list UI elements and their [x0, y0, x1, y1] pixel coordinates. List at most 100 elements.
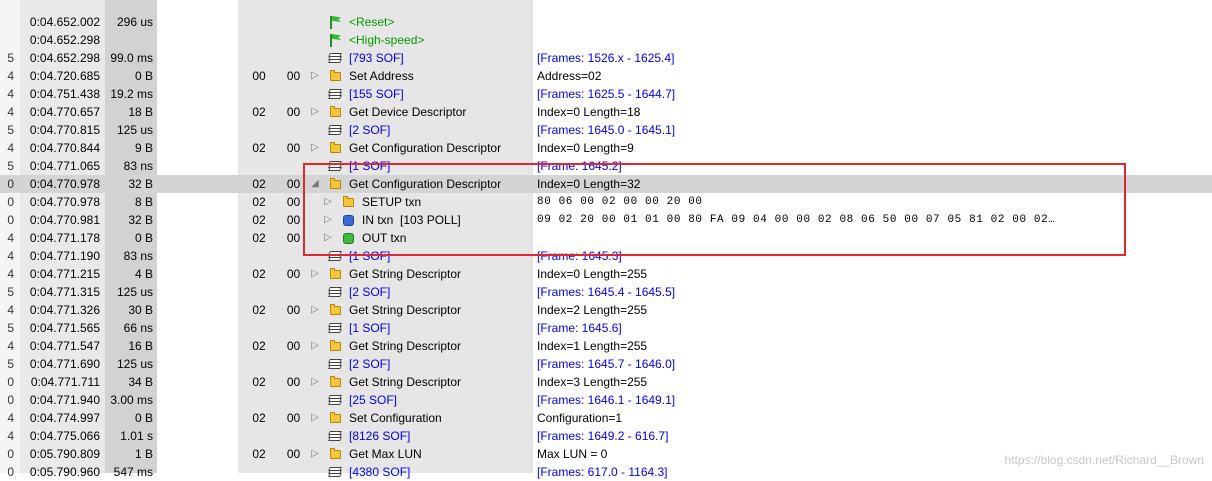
- table-row[interactable]: 4 0:04.771.215 4 B 02 00 ▷ Get String Descript…: [0, 265, 1212, 283]
- timestamp-cell: 0:04.771.190: [29, 249, 100, 263]
- table-row[interactable]: [0, 0, 1212, 13]
- record-label: <Reset>: [349, 15, 395, 29]
- table-row[interactable]: 5 0:04.652.298 99.0 ms [793 SOF] [Frames: 15…: [0, 49, 1212, 67]
- summary-cell: [Frames: 1645.7 - 1646.0]: [537, 357, 676, 371]
- sof-group-icon: [328, 391, 342, 409]
- table-row[interactable]: 4 0:04.770.657 18 B 02 00 ▷ Get Device Descrip…: [0, 103, 1212, 121]
- table-row[interactable]: 4 0:04.771.547 16 B 02 00 ▷ Get String Descrip…: [0, 337, 1212, 355]
- device-cell: 02: [252, 105, 266, 119]
- summary-cell: Index=0 Length=18: [537, 105, 641, 119]
- device-cell: 02: [252, 411, 266, 425]
- table-row[interactable]: 0 0:04.771.711 34 B 02 00 ▷ Get String Descrip…: [0, 373, 1212, 391]
- transfer-folder-icon: [328, 445, 342, 463]
- sof-group-icon: [328, 85, 342, 103]
- expand-toggle-icon[interactable]: ▷: [310, 337, 320, 355]
- timestamp-cell: 0:04.652.298: [29, 33, 100, 47]
- length-cell: 9 B: [134, 141, 153, 155]
- expand-toggle-icon[interactable]: ▷: [323, 193, 333, 211]
- expand-toggle-icon: [310, 391, 320, 409]
- table-row[interactable]: 4 0:04.770.844 9 B 02 00 ▷ Get Configuration D…: [0, 139, 1212, 157]
- timestamp-cell: 0:04.771.565: [29, 321, 100, 335]
- expand-toggle-icon[interactable]: ▷: [310, 409, 320, 427]
- table-row[interactable]: 0 0:04.770.978 32 B 02 00 ◢ Get Configuration …: [0, 175, 1212, 193]
- row-index: [0, 0, 14, 13]
- transfer-folder-icon: [328, 67, 342, 85]
- expand-toggle-icon[interactable]: ▷: [310, 301, 320, 319]
- sof-group-icon: [328, 49, 342, 67]
- record-label: <High-speed>: [349, 33, 425, 47]
- device-cell: [238, 319, 280, 337]
- sof-group-icon: [328, 463, 342, 481]
- table-row[interactable]: 5 0:04.770.815 125 us [2 SOF] [Frames: 1645.…: [0, 121, 1212, 139]
- summary-cell: Index=2 Length=255: [537, 303, 648, 317]
- expand-toggle-icon: [310, 355, 320, 373]
- expand-toggle-icon[interactable]: ▷: [323, 211, 333, 229]
- expand-toggle-icon[interactable]: ▷: [310, 103, 320, 121]
- endpoint-cell: [280, 0, 307, 13]
- summary-cell: Configuration=1: [537, 411, 623, 425]
- table-row[interactable]: 5 0:04.771.315 125 us [2 SOF] [Frames: 1645.…: [0, 283, 1212, 301]
- summary-cell: [537, 0, 1197, 13]
- record-label: [349, 0, 533, 13]
- expand-toggle-icon[interactable]: ▷: [310, 67, 320, 85]
- timestamp-cell: 0:04.720.685: [29, 69, 100, 83]
- record-label: [155 SOF]: [349, 87, 404, 101]
- length-cell: 1 B: [134, 447, 153, 461]
- device-cell: 02: [252, 339, 266, 353]
- row-index: 4: [7, 105, 14, 119]
- table-row[interactable]: 0 0:04.771.940 3.00 ms [25 SOF] [Frames: 164…: [0, 391, 1212, 409]
- table-row[interactable]: 4 0:04.771.190 83 ns [1 SOF] [Frame: 1645.3]: [0, 247, 1212, 265]
- row-index: 0: [7, 177, 14, 191]
- length-cell: 0 B: [134, 69, 153, 83]
- endpoint-cell: [280, 355, 307, 373]
- expand-toggle-icon[interactable]: ▷: [310, 139, 320, 157]
- device-cell: [238, 121, 280, 139]
- endpoint-cell: [280, 391, 307, 409]
- timestamp-cell: 0:04.775.066: [29, 429, 100, 443]
- expand-toggle-icon[interactable]: ▷: [310, 265, 320, 283]
- table-row[interactable]: 4 0:04.775.066 1.01 s [8126 SOF] [Frames: 16…: [0, 427, 1212, 445]
- table-row[interactable]: 0:04.652.298 <High-speed>: [0, 31, 1212, 49]
- table-row[interactable]: 5 0:04.771.065 83 ns [1 SOF] [Frame: 1645.2]: [0, 157, 1212, 175]
- timestamp-cell: 0:04.771.065: [29, 159, 100, 173]
- record-label: Get Configuration Descriptor: [349, 141, 502, 155]
- expand-toggle-icon[interactable]: ▷: [310, 373, 320, 391]
- table-row[interactable]: 4 0:04.720.685 0 B 00 00 ▷ Set Address Address=…: [0, 67, 1212, 85]
- endpoint-cell: 00: [286, 447, 301, 461]
- expand-toggle-icon: [310, 85, 320, 103]
- transfer-folder-icon: [328, 265, 342, 283]
- device-cell: 02: [252, 375, 266, 389]
- transfer-folder-icon: [341, 193, 355, 211]
- expand-toggle-icon: [310, 121, 320, 139]
- record-label: SETUP txn: [362, 195, 422, 209]
- expand-toggle-icon[interactable]: ▷: [323, 229, 333, 247]
- expand-toggle-icon[interactable]: ◢: [310, 175, 320, 193]
- record-label: [1 SOF]: [349, 249, 391, 263]
- row-index: 0: [7, 213, 14, 227]
- expand-toggle-icon[interactable]: ▷: [310, 445, 320, 463]
- row-index: 5: [7, 159, 14, 173]
- expand-toggle-icon: [310, 31, 320, 49]
- device-cell: 02: [252, 195, 266, 209]
- row-index: 4: [7, 141, 14, 155]
- table-row[interactable]: 0 0:04.770.981 32 B 02 00 ▷ IN txn [103 POLL] 0…: [0, 211, 1212, 229]
- table-row[interactable]: 0 0:04.770.978 8 B 02 00 ▷ SETUP txn 80 06 00 0…: [0, 193, 1212, 211]
- expand-toggle-icon: [310, 247, 320, 265]
- timestamp-cell: 0:04.771.215: [29, 267, 100, 281]
- endpoint-cell: 00: [286, 177, 301, 191]
- summary-cell: [Frame: 1645.3]: [537, 249, 622, 263]
- table-row[interactable]: 4 0:04.774.997 0 B 02 00 ▷ Set Configuration Co…: [0, 409, 1212, 427]
- table-row[interactable]: 4 0:04.771.178 0 B 02 00 ▷ OUT txn: [0, 229, 1212, 247]
- expand-toggle-icon: [310, 157, 320, 175]
- table-row[interactable]: 0:04.652.002 296 us <Reset>: [0, 13, 1212, 31]
- table-row[interactable]: 4 0:04.751.438 19.2 ms [155 SOF] [Frames: 16…: [0, 85, 1212, 103]
- table-row[interactable]: 5 0:04.771.690 125 us [2 SOF] [Frames: 1645.…: [0, 355, 1212, 373]
- table-row[interactable]: 4 0:04.771.326 30 B 02 00 ▷ Get String Descrip…: [0, 301, 1212, 319]
- table-row[interactable]: 5 0:04.771.565 66 ns [1 SOF] [Frame: 1645.6]: [0, 319, 1212, 337]
- row-index: 4: [7, 249, 14, 263]
- summary-cell: Index=3 Length=255: [537, 375, 648, 389]
- timestamp-cell: 0:04.770.978: [29, 195, 100, 209]
- device-cell: [238, 355, 280, 373]
- length-cell: 18 B: [128, 105, 153, 119]
- timestamp-cell: 0:04.770.844: [29, 141, 100, 155]
